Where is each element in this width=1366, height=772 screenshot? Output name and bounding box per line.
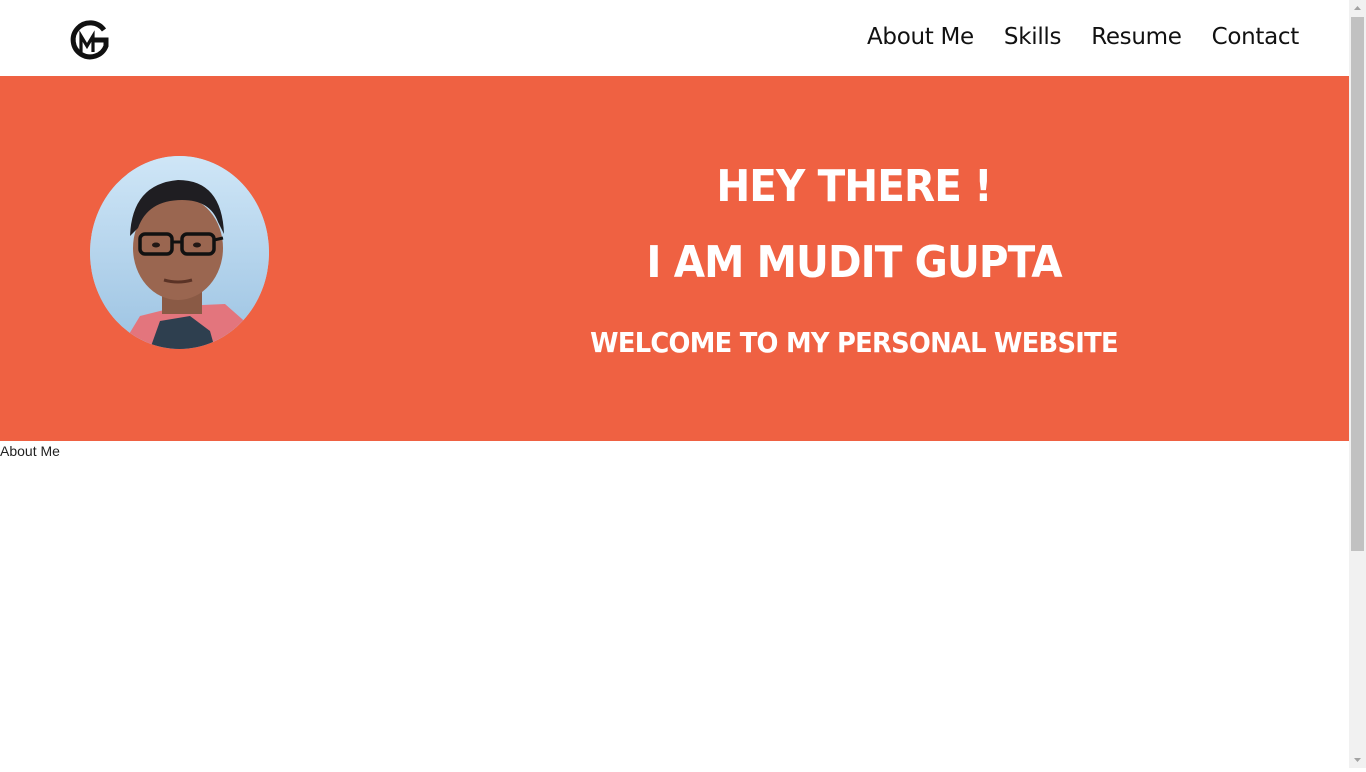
hero-greeting: Hey there !: [716, 161, 992, 212]
about-me-section-label: About Me: [0, 443, 60, 459]
mg-logo-icon[interactable]: [68, 18, 112, 64]
nav-link-contact[interactable]: Contact: [1212, 24, 1300, 50]
vertical-scrollbar[interactable]: [1349, 0, 1366, 768]
main-nav: About Me Skills Resume Contact: [867, 24, 1299, 50]
scroll-up-arrow-icon[interactable]: [1349, 0, 1366, 17]
top-navigation-bar: About Me Skills Resume Contact: [0, 0, 1349, 76]
hero-subtitle: Welcome to my personal website: [590, 326, 1118, 359]
nav-link-about-me[interactable]: About Me: [867, 24, 974, 50]
nav-link-resume[interactable]: Resume: [1091, 24, 1182, 50]
hero-banner: Hey there ! I am Mudit Gupta Welcome to …: [0, 76, 1349, 441]
page: About Me Skills Resume Contact HEY THERE…: [0, 0, 1349, 768]
scroll-down-arrow-icon[interactable]: [1349, 751, 1366, 768]
scrollbar-thumb[interactable]: [1351, 17, 1364, 551]
profile-photo-avatar: [90, 156, 269, 349]
nav-link-skills[interactable]: Skills: [1004, 24, 1062, 50]
hero-name: I am Mudit Gupta: [646, 237, 1062, 288]
